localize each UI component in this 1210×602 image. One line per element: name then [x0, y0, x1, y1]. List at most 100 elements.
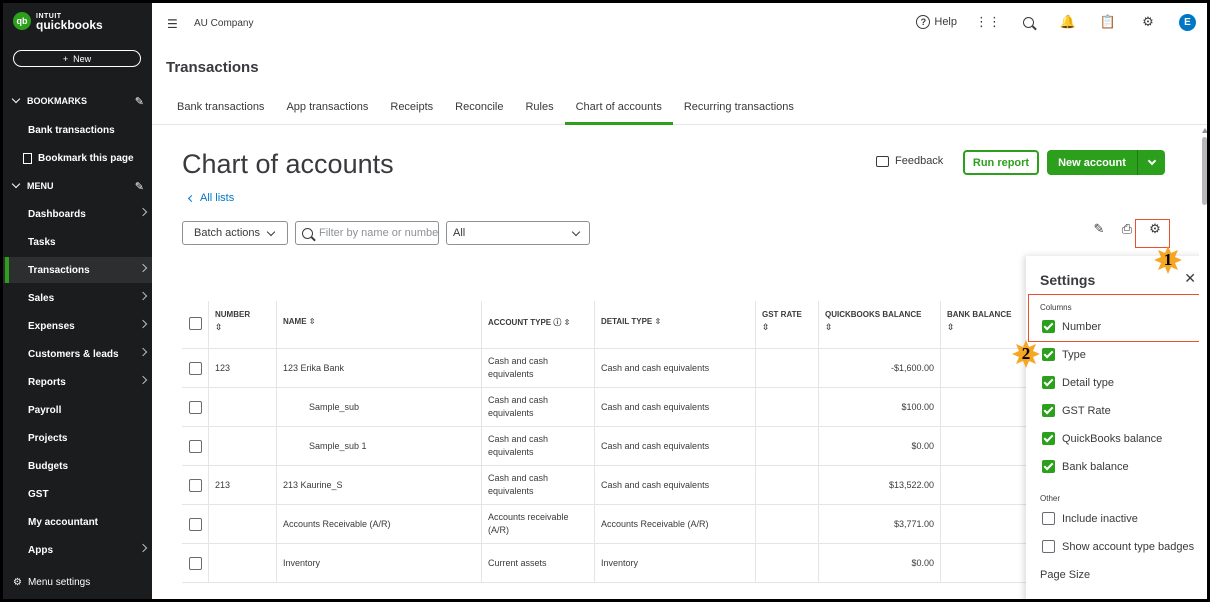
run-report-button[interactable]: Run report: [963, 150, 1039, 175]
cell-number: 213: [209, 466, 277, 504]
cell-number: [209, 427, 277, 465]
cell-gst-rate: [756, 427, 819, 465]
apps-grid-icon[interactable]: ⋮⋮: [975, 13, 1001, 31]
chevron-right-icon: [138, 375, 148, 385]
batch-actions-dropdown[interactable]: Batch actions: [182, 221, 288, 245]
column-qb-balance-checkbox[interactable]: QuickBooks balance: [1042, 432, 1162, 445]
print-icon[interactable]: ⎙: [1120, 221, 1134, 236]
row-checkbox[interactable]: [188, 439, 202, 453]
table-header: NUMBER ⇳ NAME ⇳ ACCOUNT TYPE ⓘ ⇳ DETAIL T…: [182, 301, 1027, 349]
avatar[interactable]: E: [1179, 13, 1196, 31]
sidebar-item-payroll[interactable]: Payroll: [3, 397, 152, 423]
chevron-down-icon: [11, 179, 21, 189]
sidebar-item-expenses[interactable]: Expenses: [3, 313, 152, 339]
hamburger-menu-icon[interactable]: ☰: [167, 17, 178, 31]
chevron-right-icon: [138, 207, 148, 217]
tab-app-transactions[interactable]: App transactions: [275, 93, 379, 124]
table-row[interactable]: 123 123 Erika Bank Cash and cash equival…: [182, 349, 1027, 388]
bookmark-this-page[interactable]: Bookmark this page: [3, 145, 152, 171]
checkbox-empty-icon: [1042, 512, 1055, 525]
row-checkbox[interactable]: [188, 400, 202, 414]
all-lists-link[interactable]: All lists: [187, 192, 234, 204]
new-button[interactable]: + New: [13, 50, 141, 67]
sidebar-item-transactions[interactable]: Transactions: [3, 257, 152, 283]
header-gst-rate[interactable]: GST RATE ⇳: [756, 301, 819, 348]
checkbox-checked-icon: [1042, 432, 1055, 445]
show-account-type-badges-checkbox[interactable]: Show account type badges: [1042, 540, 1194, 553]
edit-pencil-icon[interactable]: ✎: [1092, 221, 1106, 236]
row-checkbox[interactable]: [188, 517, 202, 531]
filter-input[interactable]: Filter by name or number: [295, 221, 439, 245]
chevron-down-icon: [1147, 156, 1156, 166]
column-type-checkbox[interactable]: Type: [1042, 348, 1086, 361]
account-type-filter-select[interactable]: All: [446, 221, 590, 245]
tab-chart-of-accounts[interactable]: Chart of accounts: [564, 93, 674, 125]
feedback-button[interactable]: Feedback: [876, 155, 943, 167]
clipboard-icon[interactable]: 📋: [1099, 13, 1117, 31]
pencil-icon[interactable]: ✎: [135, 95, 144, 108]
new-account-dropdown[interactable]: [1138, 156, 1165, 166]
header-account-type[interactable]: ACCOUNT TYPE ⓘ ⇳: [482, 301, 595, 348]
sidebar-item-projects[interactable]: Projects: [3, 425, 152, 451]
search-icon[interactable]: [1019, 13, 1037, 31]
accounts-table: NUMBER ⇳ NAME ⇳ ACCOUNT TYPE ⓘ ⇳ DETAIL T…: [182, 301, 1027, 583]
bookmarks-header[interactable]: BOOKMARKS ✎: [3, 88, 152, 114]
column-detail-type-checkbox[interactable]: Detail type: [1042, 376, 1114, 389]
annotation-badge-2: 2: [1012, 340, 1040, 368]
sidebar-item-my-accountant[interactable]: My accountant: [3, 509, 152, 535]
new-account-button[interactable]: New account: [1047, 150, 1165, 175]
sidebar-item-reports[interactable]: Reports: [3, 369, 152, 395]
header-detail-type[interactable]: DETAIL TYPE ⇳: [595, 301, 756, 348]
menu-settings-link[interactable]: ⚙ Menu settings: [13, 577, 90, 588]
column-gst-rate-checkbox[interactable]: GST Rate: [1042, 404, 1111, 417]
sidebar-item-apps[interactable]: Apps: [3, 537, 152, 563]
help-button[interactable]: ? Help: [916, 15, 957, 29]
row-checkbox[interactable]: [188, 361, 202, 375]
tab-rules[interactable]: Rules: [514, 93, 564, 124]
gear-icon[interactable]: ⚙: [1139, 13, 1157, 31]
menu-header-label: MENU: [27, 181, 54, 191]
table-row[interactable]: 213 213 Kaurine_S Cash and cash equivale…: [182, 466, 1027, 505]
table-row[interactable]: Accounts Receivable (A/R) Accounts recei…: [182, 505, 1027, 544]
tab-reconcile[interactable]: Reconcile: [444, 93, 514, 124]
scroll-thumb[interactable]: [1202, 137, 1207, 205]
sidebar-item-bookmark-bank-transactions[interactable]: Bank transactions: [3, 117, 152, 143]
sidebar-item-sales[interactable]: Sales: [3, 285, 152, 311]
cell-gst-rate: [756, 544, 819, 582]
sidebar-item-dashboards[interactable]: Dashboards: [3, 201, 152, 227]
tab-recurring-transactions[interactable]: Recurring transactions: [673, 93, 805, 124]
select-all-checkbox[interactable]: [188, 317, 202, 330]
notifications-bell-icon[interactable]: 🔔: [1059, 13, 1077, 31]
menu-header[interactable]: MENU ✎: [3, 173, 152, 199]
scroll-up-arrow-icon[interactable]: [1202, 128, 1207, 133]
table-row[interactable]: Inventory Current assets Inventory $0.00: [182, 544, 1027, 583]
sort-icon: ⇳: [215, 322, 223, 332]
row-checkbox[interactable]: [188, 556, 202, 570]
include-inactive-checkbox[interactable]: Include inactive: [1042, 512, 1138, 525]
cell-number: 123: [209, 349, 277, 387]
tab-bank-transactions[interactable]: Bank transactions: [166, 93, 275, 124]
new-account-label: New account: [1058, 156, 1126, 169]
sidebar-item-tasks[interactable]: Tasks: [3, 229, 152, 255]
table-row[interactable]: Sample_sub Cash and cash equivalents Cas…: [182, 388, 1027, 427]
sidebar-item-gst[interactable]: GST: [3, 481, 152, 507]
header-number[interactable]: NUMBER ⇳: [209, 301, 277, 348]
row-checkbox[interactable]: [188, 478, 202, 492]
main-scrollbar[interactable]: [1199, 125, 1207, 599]
page-size-label: Page Size: [1040, 569, 1091, 581]
feedback-icon: [876, 155, 889, 167]
tab-receipts[interactable]: Receipts: [379, 93, 444, 124]
sidebar-item-customers-leads[interactable]: Customers & leads: [3, 341, 152, 367]
sidebar-item-budgets[interactable]: Budgets: [3, 453, 152, 479]
header-name[interactable]: NAME ⇳: [277, 301, 482, 348]
close-icon[interactable]: ✕: [1184, 270, 1196, 287]
quickbooks-logo[interactable]: qb INTUIT quickbooks: [13, 12, 103, 31]
column-bank-balance-checkbox[interactable]: Bank balance: [1042, 460, 1129, 473]
table-row[interactable]: Sample_sub 1 Cash and cash equivalents C…: [182, 427, 1027, 466]
cell-number: [209, 388, 277, 426]
chevron-down-icon: [11, 94, 21, 104]
header-quickbooks-balance[interactable]: QUICKBOOKS BALANCE ⇳: [819, 301, 941, 348]
bookmarks-header-label: BOOKMARKS: [27, 96, 87, 106]
pencil-icon[interactable]: ✎: [135, 180, 144, 193]
cell-detail-type: Cash and cash equivalents: [595, 466, 756, 504]
